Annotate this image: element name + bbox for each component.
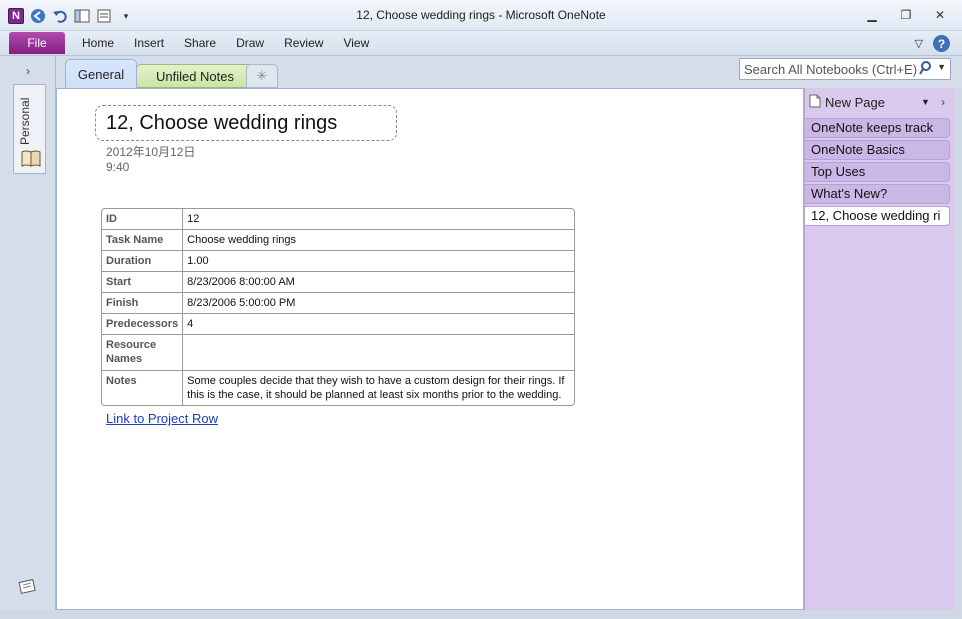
table-row: Task Name Choose wedding rings — [102, 230, 574, 251]
notebook-tab-personal[interactable]: Personal — [13, 84, 46, 174]
field-value-duration[interactable]: 1.00 — [183, 251, 574, 272]
search-input[interactable]: Search All Notebooks (Ctrl+E) ▼ — [739, 58, 951, 80]
unfiled-notes-icon[interactable] — [18, 576, 38, 599]
section-tabs-bar: Unfiled Notes ✳ General Search All Noteb… — [56, 56, 962, 88]
collapse-page-tabs-icon[interactable]: › — [941, 95, 945, 109]
field-label-finish: Finish — [102, 293, 184, 314]
minimize-ribbon-icon[interactable]: ▽ — [915, 37, 923, 50]
tab-general[interactable]: General — [65, 59, 137, 88]
table-row: Resource Names — [102, 335, 574, 371]
new-page-dropdown-icon[interactable]: ▼ — [921, 97, 930, 107]
new-page-icon — [809, 94, 821, 111]
page-time: 9:40 — [106, 160, 130, 174]
notebook-book-icon — [21, 149, 41, 172]
close-icon[interactable]: ✕ — [932, 8, 948, 22]
field-value-predecessors[interactable]: 4 — [183, 314, 574, 335]
tab-draw[interactable]: Draw — [226, 36, 274, 50]
page-list: OneNote keeps track OneNote Basics Top U… — [805, 118, 956, 228]
search-scope-dropdown-icon[interactable]: ▼ — [937, 62, 946, 72]
project-row-link[interactable]: Link to Project Row — [106, 411, 218, 426]
search-icon[interactable] — [919, 61, 932, 78]
field-value-notes[interactable]: Some couples decide that they wish to ha… — [183, 371, 574, 405]
search-placeholder: Search All Notebooks (Ctrl+E) — [744, 61, 918, 77]
page-title-container[interactable]: 12, Choose wedding rings — [95, 105, 397, 141]
table-row: ID 12 — [102, 209, 574, 230]
page-title[interactable]: 12, Choose wedding rings — [106, 112, 337, 135]
tab-unfiled-notes[interactable]: Unfiled Notes — [136, 64, 254, 88]
page-tab-onenote-basics[interactable]: OneNote Basics — [805, 140, 950, 160]
table-row: Duration 1.00 — [102, 251, 574, 272]
tab-insert[interactable]: Insert — [124, 36, 174, 50]
page-tab-onenote-keeps-track[interactable]: OneNote keeps track — [805, 118, 950, 138]
new-page-button[interactable]: New Page — [809, 94, 885, 111]
field-label-notes: Notes — [102, 371, 184, 405]
expand-navigation-icon[interactable]: › — [26, 64, 30, 78]
minimize-icon[interactable]: ▁ — [864, 8, 880, 22]
field-value-task-name[interactable]: Choose wedding rings — [183, 230, 574, 251]
tab-share[interactable]: Share — [174, 36, 226, 50]
notebook-label: Personal — [18, 97, 32, 145]
tab-view[interactable]: View — [333, 36, 379, 50]
field-value-start[interactable]: 8/23/2006 8:00:00 AM — [183, 272, 574, 293]
bottom-border — [0, 610, 962, 619]
page-canvas[interactable]: 12, Choose wedding rings 2012年10月12日 9:4… — [56, 88, 804, 610]
field-label-task-name: Task Name — [102, 230, 184, 251]
window-title: 12, Choose wedding rings - Microsoft One… — [356, 8, 606, 22]
page-tabs-pane: New Page ▼ › OneNote keeps track OneNote… — [804, 88, 955, 610]
tab-home[interactable]: Home — [72, 36, 124, 50]
ribbon: File Home Insert Share Draw Review View … — [0, 31, 962, 56]
help-icon[interactable]: ? — [933, 35, 950, 52]
ribbon-tabs: Home Insert Share Draw Review View — [72, 36, 379, 50]
restore-icon[interactable]: ❐ — [898, 8, 914, 22]
table-row: Predecessors 4 — [102, 314, 574, 335]
field-label-resource-names: Resource Names — [102, 335, 184, 371]
page-tab-whats-new[interactable]: What's New? — [805, 184, 950, 204]
field-value-finish[interactable]: 8/23/2006 5:00:00 PM — [183, 293, 574, 314]
new-section-icon[interactable]: ✳ — [246, 64, 278, 88]
table-row: Start 8/23/2006 8:00:00 AM — [102, 272, 574, 293]
notebook-pane: › Personal — [0, 56, 56, 612]
field-value-id[interactable]: 12 — [183, 209, 574, 230]
tab-review[interactable]: Review — [274, 36, 333, 50]
field-label-duration: Duration — [102, 251, 184, 272]
table-row: Finish 8/23/2006 5:00:00 PM — [102, 293, 574, 314]
new-page-label: New Page — [825, 95, 885, 110]
table-row: Notes Some couples decide that they wish… — [102, 371, 574, 405]
page-date: 2012年10月12日 — [106, 145, 196, 159]
task-details-table[interactable]: ID 12 Task Name Choose wedding rings Dur… — [101, 208, 575, 406]
field-label-predecessors: Predecessors — [102, 314, 184, 335]
page-tab-top-uses[interactable]: Top Uses — [805, 162, 950, 182]
field-label-id: ID — [102, 209, 184, 230]
page-tab-choose-wedding-rings[interactable]: 12, Choose wedding ri — [805, 206, 950, 226]
file-tab[interactable]: File — [9, 32, 65, 54]
field-label-start: Start — [102, 272, 184, 293]
title-bar: N ▾ 12, Choose wedding rings - Microsoft… — [0, 0, 962, 31]
field-value-resource-names[interactable] — [183, 335, 574, 371]
